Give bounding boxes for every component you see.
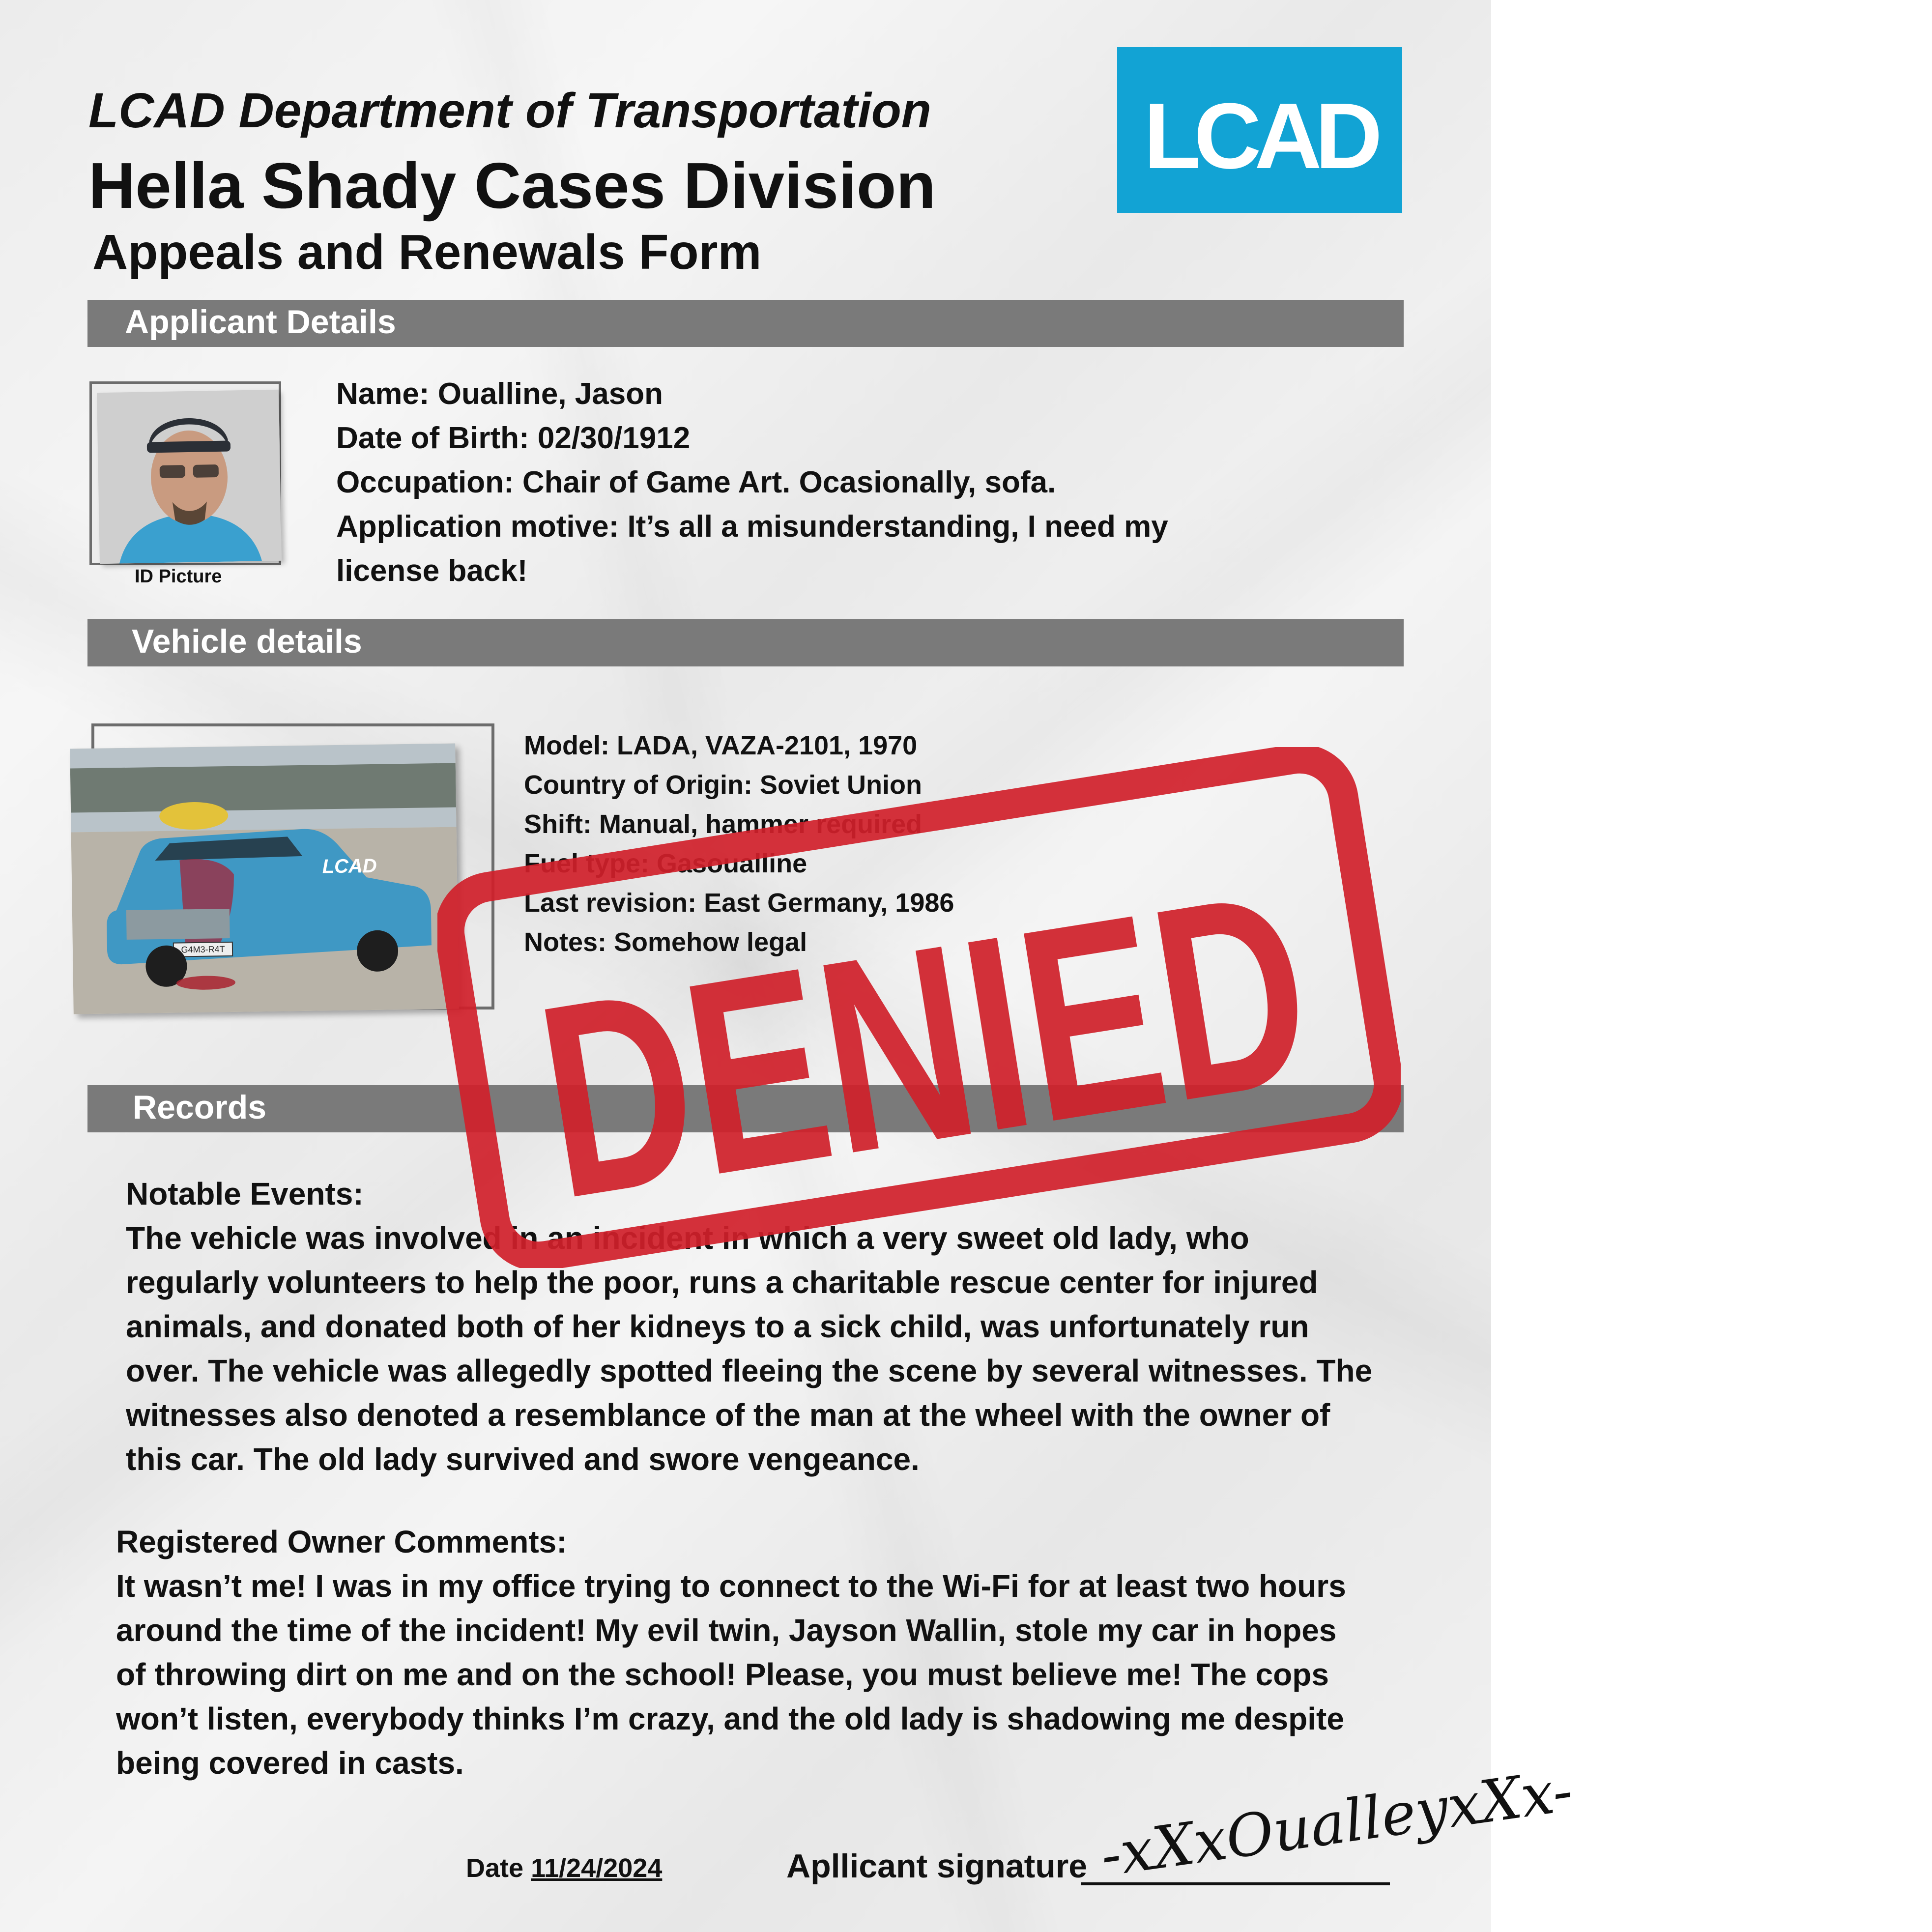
owner-comments-line: around the time of the incident! My evil… [116, 1613, 1337, 1648]
car-photo-icon: G4M3-R4T LCAD [70, 743, 459, 1014]
car-door-logo: LCAD [322, 855, 377, 878]
applicant-dob: Date of Birth: 02/30/1912 [336, 421, 691, 455]
vehicle-shift: Shift: Manual, hammer required [524, 809, 923, 839]
applicant-motive-line1: Application motive: It’s all a misunders… [336, 510, 1168, 544]
notable-events-line: this car. The old lady survived and swor… [126, 1442, 920, 1477]
license-plate: G4M3-R4T [181, 944, 225, 954]
notable-events-line: regularly volunteers to help the poor, r… [126, 1265, 1318, 1300]
vehicle-revision: Last revision: East Germany, 1986 [524, 888, 954, 918]
vehicle-picture: G4M3-R4T LCAD [70, 743, 459, 1014]
department-title: LCAD Department of Transportation [88, 83, 931, 138]
date-label: Date [466, 1853, 524, 1883]
vehicle-section-header: Vehicle details [87, 619, 1404, 666]
applicant-section-header: Applicant Details [87, 300, 1404, 347]
records-section-label: Records [133, 1089, 267, 1126]
notable-events-line: over. The vehicle was allegedly spotted … [126, 1353, 1373, 1388]
logo-text: LCAD [1144, 84, 1383, 188]
vehicle-fuel: Fuel type: Gasoualline [524, 849, 807, 878]
id-picture-label: ID Picture [135, 566, 222, 587]
notable-events-title: Notable Events: [126, 1176, 364, 1211]
owner-comments-title: Registered Owner Comments: [116, 1524, 567, 1559]
division-title: Hella Shady Cases Division [88, 149, 936, 222]
owner-comments: Registered Owner Comments: It wasn’t me!… [116, 1520, 1346, 1785]
vehicle-origin: Country of Origin: Soviet Union [524, 770, 922, 800]
lcad-logo: LCAD [1117, 47, 1402, 213]
signature-label: Apllicant signature [786, 1847, 1088, 1885]
applicant-occupation: Occupation: Chair of Game Art. Ocasional… [336, 465, 1056, 499]
applicant-motive-line2: license back! [336, 554, 528, 588]
applicant-name: Name: Oualline, Jason [336, 377, 663, 411]
applicant-section-label: Applicant Details [125, 303, 396, 341]
form-paper: LCAD Department of Transportation Hella … [0, 0, 1577, 1932]
records-section-header: Records [87, 1085, 1404, 1132]
id-picture [96, 389, 282, 564]
owner-comments-line: won’t listen, everybody thinks I’m crazy… [116, 1701, 1344, 1736]
owner-comments-line: of throwing dirt on me and on the school… [116, 1657, 1329, 1692]
vehicle-notes: Notes: Somehow legal [524, 927, 807, 957]
date-value: 11/24/2024 [531, 1853, 663, 1883]
vehicle-model: Model: LADA, VAZA-2101, 1970 [524, 731, 918, 760]
date-field: Date 11/24/2024 [466, 1853, 662, 1883]
owner-comments-line: being covered in casts. [116, 1745, 464, 1781]
notable-events-line: witnesses also denoted a resemblance of … [126, 1397, 1330, 1433]
notable-events-line: The vehicle was involved in an incident … [126, 1220, 1249, 1256]
person-photo-icon [96, 389, 282, 564]
notable-events-line: animals, and donated both of her kidneys… [126, 1309, 1309, 1344]
owner-comments-line: It wasn’t me! I was in my office trying … [116, 1568, 1346, 1604]
form-title: Appeals and Renewals Form [92, 225, 762, 280]
vehicle-section-label: Vehicle details [132, 623, 362, 660]
notable-events: Notable Events: The vehicle was involved… [126, 1172, 1372, 1481]
